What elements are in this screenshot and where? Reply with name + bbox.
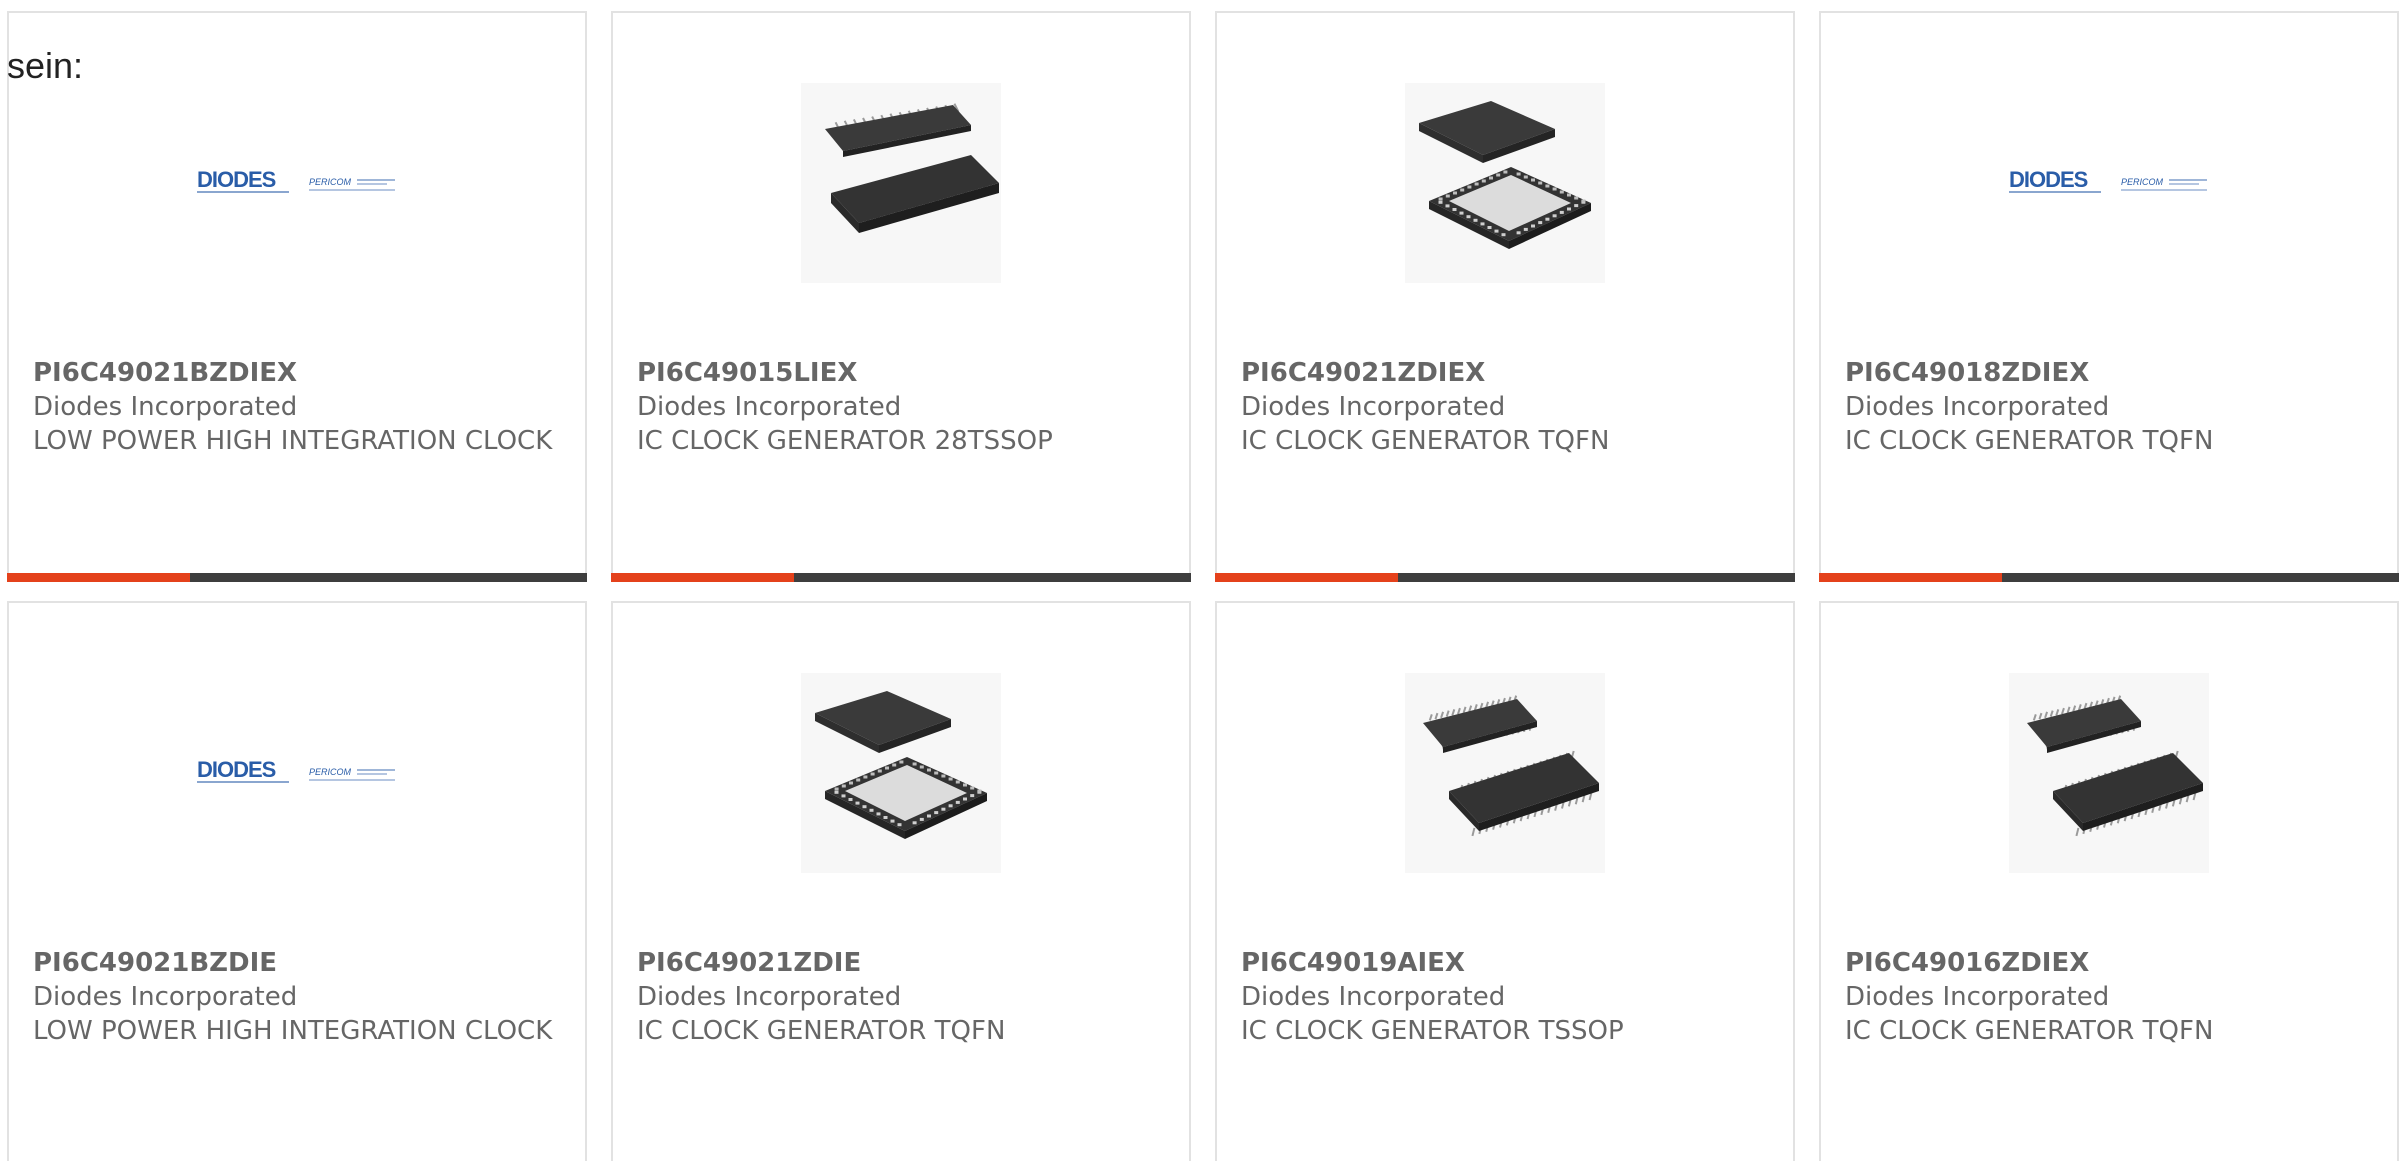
product-image[interactable]	[2009, 673, 2209, 873]
product-card[interactable]: PI6C49021ZDIEX Diodes Incorporated IC CL…	[1215, 11, 1795, 582]
card-bottom-bar	[1819, 573, 2399, 582]
diodes-pericom-logo-icon: DIODES PERICOM	[197, 757, 395, 783]
product-image[interactable]: DIODES PERICOM	[197, 83, 397, 283]
manufacturer-name: Diodes Incorporated	[637, 392, 902, 422]
part-number-link[interactable]: PI6C49016ZDIEX	[1845, 946, 2373, 980]
manufacturer-name: Diodes Incorporated	[1845, 982, 2110, 1012]
part-number-link[interactable]: PI6C49021ZDIEX	[1241, 356, 1769, 390]
manufacturer-name: Diodes Incorporated	[1241, 392, 1506, 422]
logo-sub-text: PERICOM	[309, 177, 352, 187]
product-info: PI6C49021ZDIE Diodes Incorporated IC CLO…	[637, 946, 1165, 1048]
tssop-chip-icon	[801, 83, 1001, 283]
manufacturer-name: Diodes Incorporated	[1241, 982, 1506, 1012]
logo-main-text: DIODES	[197, 757, 276, 782]
logo-sub-text: PERICOM	[2121, 177, 2164, 187]
manufacturer-name: Diodes Incorporated	[637, 982, 902, 1012]
product-image[interactable]: DIODES PERICOM	[197, 673, 397, 873]
ssop-chip-icon	[1405, 673, 1605, 873]
product-description: IC CLOCK GENERATOR TQFN	[1241, 426, 1610, 456]
card-accent-bar	[7, 573, 190, 582]
product-grid-page: sein: DIODES PERICOM PI6C49021BZDIEX Diod…	[0, 0, 2400, 1161]
manufacturer-name: Diodes Incorporated	[33, 982, 298, 1012]
product-card[interactable]: PI6C49021ZDIE Diodes Incorporated IC CLO…	[611, 601, 1191, 1161]
product-card[interactable]: DIODES PERICOM PI6C49021BZDIEX Diodes Inc…	[7, 11, 587, 582]
card-bottom-bar	[611, 573, 1191, 582]
product-info: PI6C49019AIEX Diodes Incorporated IC CLO…	[1241, 946, 1769, 1048]
product-description: LOW POWER HIGH INTEGRATION CLOCK	[33, 1016, 553, 1046]
part-number-link[interactable]: PI6C49021BZDIE	[33, 946, 561, 980]
card-bottom-bar	[7, 573, 587, 582]
part-number-link[interactable]: PI6C49019AIEX	[1241, 946, 1769, 980]
part-number-link[interactable]: PI6C49018ZDIEX	[1845, 356, 2373, 390]
card-accent-bar	[1819, 573, 2002, 582]
product-info: PI6C49018ZDIEX Diodes Incorporated IC CL…	[1845, 356, 2373, 458]
product-description: IC CLOCK GENERATOR TQFN	[1845, 1016, 2214, 1046]
product-info: PI6C49015LIEX Diodes Incorporated IC CLO…	[637, 356, 1165, 458]
product-image[interactable]	[1405, 673, 1605, 873]
diodes-pericom-logo-icon: DIODES PERICOM	[197, 167, 395, 193]
product-card[interactable]: DIODES PERICOM PI6C49021BZDIE Diodes Inco…	[7, 601, 587, 1161]
product-card[interactable]: PI6C49015LIEX Diodes Incorporated IC CLO…	[611, 11, 1191, 582]
product-info: PI6C49021BZDIE Diodes Incorporated LOW P…	[33, 946, 561, 1048]
part-number-link[interactable]: PI6C49015LIEX	[637, 356, 1165, 390]
product-image[interactable]	[1405, 83, 1605, 283]
product-card[interactable]: DIODES PERICOM PI6C49018ZDIEX Diodes Inco…	[1819, 11, 2399, 582]
logo-sub-text: PERICOM	[309, 767, 352, 777]
product-image[interactable]	[801, 83, 1001, 283]
manufacturer-name: Diodes Incorporated	[1845, 392, 2110, 422]
intro-text: sein:	[7, 45, 84, 86]
diodes-pericom-logo-icon: DIODES PERICOM	[2009, 167, 2207, 193]
card-accent-bar	[1215, 573, 1398, 582]
product-info: PI6C49021BZDIEX Diodes Incorporated LOW …	[33, 356, 561, 458]
product-card[interactable]: PI6C49019AIEX Diodes Incorporated IC CLO…	[1215, 601, 1795, 1161]
product-description: LOW POWER HIGH INTEGRATION CLOCK	[33, 426, 553, 456]
product-description: IC CLOCK GENERATOR TQFN	[637, 1016, 1006, 1046]
part-number-link[interactable]: PI6C49021ZDIE	[637, 946, 1165, 980]
product-description: IC CLOCK GENERATOR TSSOP	[1241, 1016, 1624, 1046]
product-info: PI6C49016ZDIEX Diodes Incorporated IC CL…	[1845, 946, 2373, 1048]
product-description: IC CLOCK GENERATOR 28TSSOP	[637, 426, 1053, 456]
manufacturer-name: Diodes Incorporated	[33, 392, 298, 422]
logo-main-text: DIODES	[2009, 167, 2088, 192]
product-description: IC CLOCK GENERATOR TQFN	[1845, 426, 2214, 456]
product-image[interactable]: DIODES PERICOM	[2009, 83, 2209, 283]
tqfn-chip-icon	[1405, 83, 1605, 283]
card-bottom-bar	[1215, 573, 1795, 582]
product-card[interactable]: PI6C49016ZDIEX Diodes Incorporated IC CL…	[1819, 601, 2399, 1161]
logo-main-text: DIODES	[197, 167, 276, 192]
ssop-chip-icon	[2009, 673, 2209, 873]
card-accent-bar	[611, 573, 794, 582]
product-image[interactable]	[801, 673, 1001, 873]
part-number-link[interactable]: PI6C49021BZDIEX	[33, 356, 561, 390]
product-info: PI6C49021ZDIEX Diodes Incorporated IC CL…	[1241, 356, 1769, 458]
tqfn-chip-icon	[801, 673, 1001, 873]
